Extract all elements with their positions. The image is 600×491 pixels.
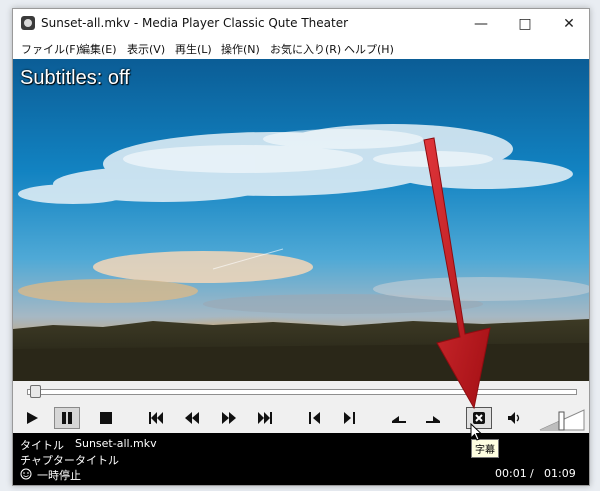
osd-message: Subtitles: off [20,67,130,89]
menu-play[interactable]: 再生(L) [175,41,212,57]
seek-bar-area [13,381,589,403]
mute-button[interactable] [502,407,528,429]
menu-view[interactable]: 表示(V) [127,41,165,57]
previous-button[interactable] [143,407,169,429]
status-panel: タイトル Sunset-all.mkv チャプター タイトル 一時停止 00:0… [13,433,589,485]
subtitle-track-button[interactable] [421,407,447,429]
paused-status-icon [20,468,32,480]
title-bar: Sunset-all.mkv - Media Player Classic Qu… [13,9,589,39]
next-button[interactable] [252,407,278,429]
control-bar [13,405,589,433]
time-current: 00:01 [495,467,527,480]
frame-step-forward-button[interactable] [336,407,362,429]
speaker-icon [508,412,520,424]
time-total: 01:09 [544,467,576,480]
volume-slider[interactable] [539,409,585,431]
player-window: Sunset-all.mkv - Media Player Classic Qu… [12,8,590,486]
frame-step-back-icon [309,412,320,424]
skip-forward-icon [258,412,272,424]
menu-navigate[interactable]: 操作(N) [221,41,260,57]
window-title: Sunset-all.mkv - Media Player Classic Qu… [41,16,349,30]
audio-track-button[interactable] [385,407,411,429]
menu-help[interactable]: ヘルプ(H) [344,41,394,57]
chapter-label: チャプター [20,454,75,467]
pause-button[interactable] [54,407,80,429]
menu-favorites[interactable]: お気に入り(R) [270,41,341,57]
seek-bar[interactable] [27,389,577,395]
time-separator: / [530,467,534,480]
mouse-cursor-icon [470,423,483,441]
seek-handle[interactable] [30,385,42,398]
video-area[interactable] [13,59,589,381]
fast-forward-icon [222,412,236,424]
pause-icon [62,412,72,424]
frame-step-back-button[interactable] [302,407,328,429]
frame-step-forward-icon [344,412,355,424]
stop-icon [100,412,112,424]
skip-back-icon [149,412,163,424]
rewind-button[interactable] [179,407,205,429]
subtitle-track-icon [426,416,440,423]
fast-forward-button[interactable] [216,407,242,429]
menu-file[interactable]: ファイル(F) [21,41,80,57]
close-button[interactable]: ✕ [549,9,589,39]
chapter-value: タイトル [75,454,119,467]
title-value: Sunset-all.mkv [75,437,157,450]
app-icon [21,16,35,30]
maximize-button[interactable]: □ [505,9,545,39]
menu-edit[interactable]: 編集(E) [79,41,117,57]
menu-bar: ファイル(F) 編集(E) 表示(V) 再生(L) 操作(N) お気に入り(R)… [13,39,589,60]
video-frame [13,59,589,381]
play-icon [27,412,38,424]
title-label: タイトル [20,439,64,452]
minimize-button[interactable]: — [461,9,501,39]
audio-track-icon [392,416,406,423]
rewind-icon [185,412,199,424]
playback-state: 一時停止 [37,469,81,482]
play-button[interactable] [19,407,45,429]
stop-button[interactable] [93,407,119,429]
